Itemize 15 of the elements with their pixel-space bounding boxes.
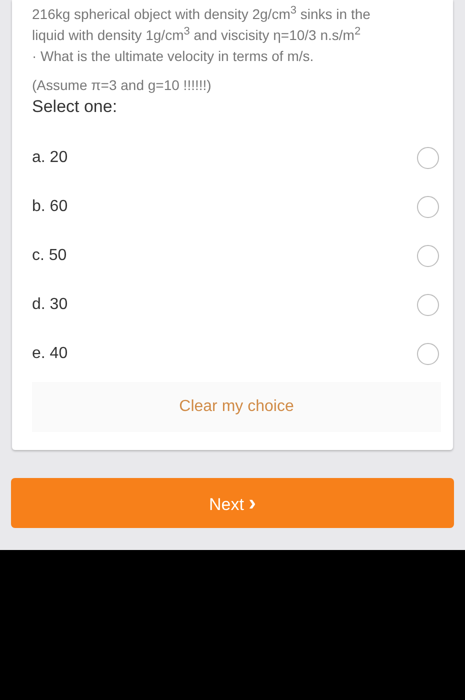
radio-button[interactable] xyxy=(417,342,439,364)
option-label[interactable]: b. 60 xyxy=(32,198,68,216)
question-text: liquid with density 1g/cm$^{3}$ and viscisity η=10/3 n.s/m$^{2}$ xyxy=(32,25,362,45)
question-text: 216kg spherical object with density 2g/cm$^{3}$ sinks in the xyxy=(32,4,372,24)
option-label[interactable]: d. 30 xyxy=(32,296,68,314)
radio-button[interactable] xyxy=(417,294,439,316)
option-label[interactable]: e. 40 xyxy=(32,344,68,362)
radio-button[interactable] xyxy=(417,244,439,266)
option-label[interactable]: c. 50 xyxy=(32,246,67,264)
radio-button[interactable] xyxy=(417,146,439,168)
prompt-text: Select one: xyxy=(32,96,118,118)
radio-button[interactable] xyxy=(417,196,439,218)
option-label[interactable]: a. 20 xyxy=(32,148,68,166)
question-text: · What is the ultimate velocity in terms of m/s. xyxy=(32,47,315,66)
hint-text: (Assume π=3 and g=10 !!!!!!) xyxy=(32,76,212,95)
